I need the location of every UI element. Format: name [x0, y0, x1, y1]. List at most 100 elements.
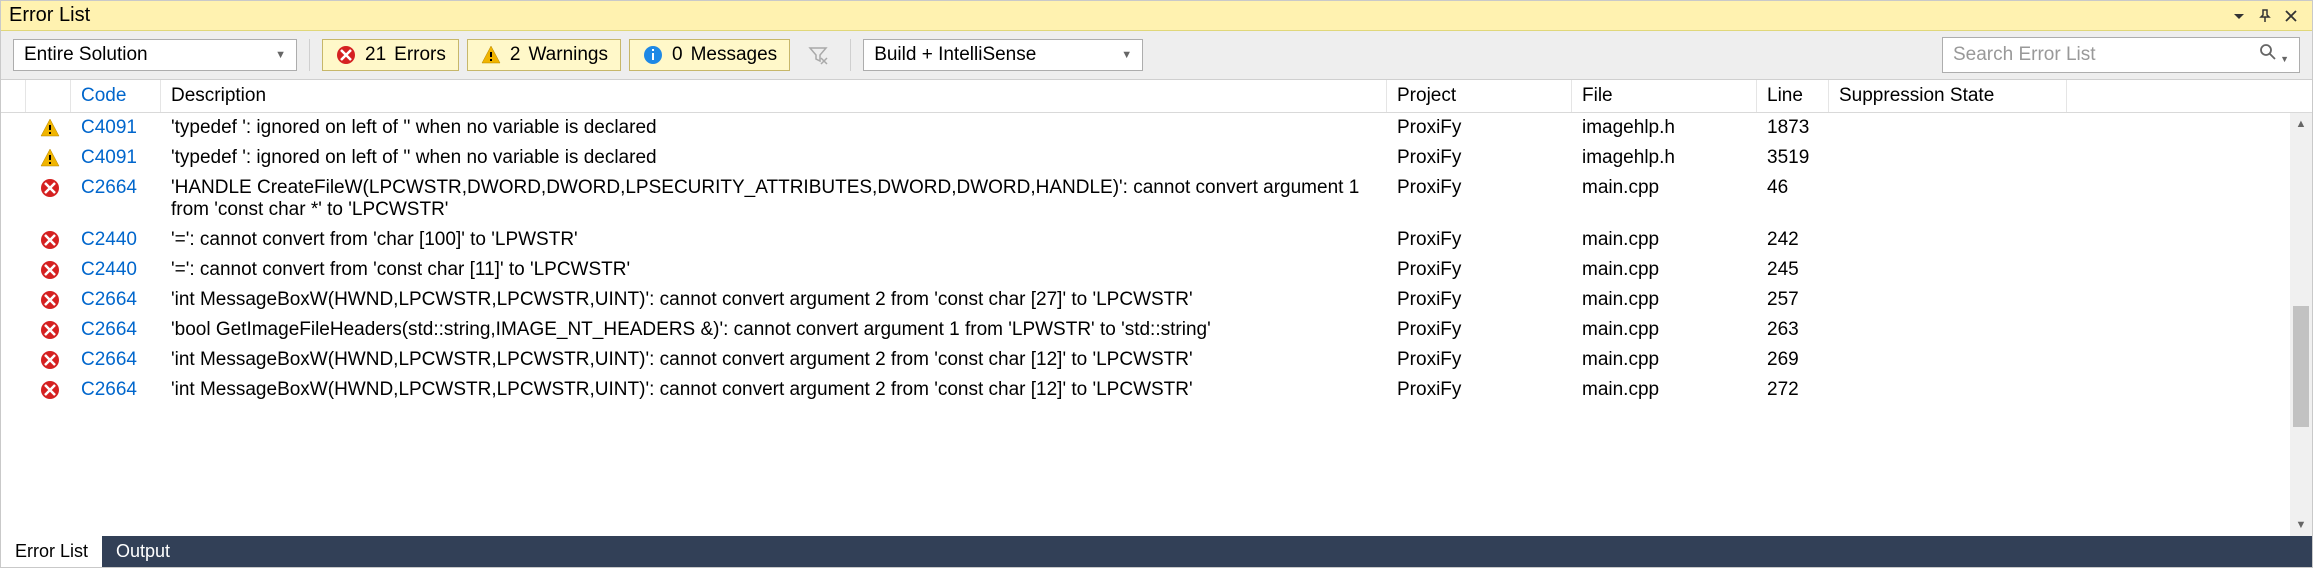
line-cell: 269 — [1757, 347, 1829, 373]
project-cell: ProxiFy — [1387, 287, 1572, 313]
table-row[interactable]: C2664'bool GetImageFileHeaders(std::stri… — [1, 315, 2312, 345]
blank-cell — [1, 115, 26, 119]
suppression-cell — [1829, 347, 2067, 351]
col-description[interactable]: Description — [161, 80, 1387, 112]
severity-cell — [26, 377, 71, 401]
warnings-filter[interactable]: 2 Warnings — [467, 39, 621, 71]
tab-error-list[interactable]: Error List — [1, 536, 102, 567]
errors-label: Errors — [394, 44, 446, 66]
code-cell[interactable]: C2440 — [71, 257, 161, 283]
table-row[interactable]: C2664'int MessageBoxW(HWND,LPCWSTR,LPCWS… — [1, 375, 2312, 401]
build-mode-dropdown[interactable]: Build + IntelliSense ▼ — [863, 39, 1143, 71]
suppression-cell — [1829, 175, 2067, 179]
severity-cell — [26, 175, 71, 201]
divider — [309, 39, 310, 71]
blank-cell — [1, 175, 26, 179]
table-row[interactable]: C4091'typedef ': ignored on left of '' w… — [1, 113, 2312, 143]
col-code[interactable]: Code — [71, 80, 161, 112]
error-icon — [39, 177, 61, 199]
error-list-window: Error List Entire Solution ▼ 21 Errors 2… — [0, 0, 2313, 568]
file-cell: main.cpp — [1572, 347, 1757, 373]
suppression-cell — [1829, 115, 2067, 119]
file-cell: main.cpp — [1572, 227, 1757, 253]
bottom-tabs: Error List Output — [1, 536, 2312, 567]
scroll-up-icon[interactable]: ▲ — [2290, 113, 2312, 135]
chevron-down-icon: ▼ — [1121, 49, 1132, 61]
window-title: Error List — [9, 4, 2226, 27]
scope-label: Entire Solution — [24, 44, 148, 66]
messages-filter[interactable]: 0 Messages — [629, 39, 790, 71]
code-cell[interactable]: C2664 — [71, 347, 161, 373]
warning-icon — [39, 147, 61, 169]
titlebar: Error List — [1, 1, 2312, 31]
errors-filter[interactable]: 21 Errors — [322, 39, 459, 71]
search-icon[interactable]: ▼ — [2258, 42, 2289, 68]
search-input[interactable] — [1953, 44, 2258, 66]
blank-cell — [1, 317, 26, 321]
col-severity[interactable] — [26, 80, 71, 112]
col-blank[interactable] — [1, 80, 26, 112]
blank-cell — [1, 227, 26, 231]
table-row[interactable]: C2440'=': cannot convert from 'const cha… — [1, 255, 2312, 285]
project-cell: ProxiFy — [1387, 145, 1572, 171]
window-options-button[interactable] — [2226, 7, 2252, 25]
clear-filter-button[interactable] — [798, 39, 838, 71]
divider — [850, 39, 851, 71]
scroll-thumb[interactable] — [2293, 306, 2309, 427]
scope-dropdown[interactable]: Entire Solution ▼ — [13, 39, 297, 71]
line-cell: 263 — [1757, 317, 1829, 343]
line-cell: 257 — [1757, 287, 1829, 313]
table-row[interactable]: C2440'=': cannot convert from 'char [100… — [1, 225, 2312, 255]
warnings-count: 2 — [510, 44, 521, 66]
code-cell[interactable]: C4091 — [71, 115, 161, 141]
scroll-track[interactable] — [2290, 135, 2312, 514]
col-project[interactable]: Project — [1387, 80, 1572, 112]
messages-count: 0 — [672, 44, 683, 66]
project-cell: ProxiFy — [1387, 257, 1572, 283]
suppression-cell — [1829, 317, 2067, 321]
error-icon — [39, 289, 61, 311]
close-button[interactable] — [2278, 7, 2304, 25]
tab-output[interactable]: Output — [102, 536, 184, 567]
code-cell[interactable]: C2664 — [71, 175, 161, 201]
line-cell: 1873 — [1757, 115, 1829, 141]
col-suppression[interactable]: Suppression State — [1829, 80, 2067, 112]
project-cell: ProxiFy — [1387, 347, 1572, 373]
pin-button[interactable] — [2252, 7, 2278, 25]
severity-cell — [26, 145, 71, 171]
scrollbar[interactable]: ▲ ▼ — [2290, 113, 2312, 536]
table-row[interactable]: C2664'HANDLE CreateFileW(LPCWSTR,DWORD,D… — [1, 173, 2312, 225]
build-mode-label: Build + IntelliSense — [874, 44, 1036, 66]
col-line[interactable]: Line — [1757, 80, 1829, 112]
error-grid: Code Description Project File Line Suppr… — [1, 80, 2312, 536]
col-file[interactable]: File — [1572, 80, 1757, 112]
table-row[interactable]: C4091'typedef ': ignored on left of '' w… — [1, 143, 2312, 173]
file-cell: imagehlp.h — [1572, 115, 1757, 141]
code-cell[interactable]: C2664 — [71, 377, 161, 401]
suppression-cell — [1829, 377, 2067, 381]
messages-label: Messages — [691, 44, 778, 66]
table-row[interactable]: C2664'int MessageBoxW(HWND,LPCWSTR,LPCWS… — [1, 285, 2312, 315]
file-cell: main.cpp — [1572, 175, 1757, 201]
grid-body: C4091'typedef ': ignored on left of '' w… — [1, 113, 2312, 536]
table-row[interactable]: C2664'int MessageBoxW(HWND,LPCWSTR,LPCWS… — [1, 345, 2312, 375]
blank-cell — [1, 257, 26, 261]
scroll-down-icon[interactable]: ▼ — [2290, 514, 2312, 536]
file-cell: main.cpp — [1572, 317, 1757, 343]
code-cell[interactable]: C4091 — [71, 145, 161, 171]
blank-cell — [1, 377, 26, 381]
severity-cell — [26, 115, 71, 141]
description-cell: '=': cannot convert from 'const char [11… — [161, 257, 1387, 283]
error-icon — [335, 44, 357, 66]
description-cell: 'typedef ': ignored on left of '' when n… — [161, 145, 1387, 171]
grid-header: Code Description Project File Line Suppr… — [1, 80, 2312, 113]
code-cell[interactable]: C2664 — [71, 317, 161, 343]
suppression-cell — [1829, 257, 2067, 261]
error-icon — [39, 349, 61, 371]
line-cell: 272 — [1757, 377, 1829, 401]
search-box[interactable]: ▼ — [1942, 37, 2300, 73]
code-cell[interactable]: C2664 — [71, 287, 161, 313]
error-icon — [39, 379, 61, 401]
code-cell[interactable]: C2440 — [71, 227, 161, 253]
description-cell: 'typedef ': ignored on left of '' when n… — [161, 115, 1387, 141]
